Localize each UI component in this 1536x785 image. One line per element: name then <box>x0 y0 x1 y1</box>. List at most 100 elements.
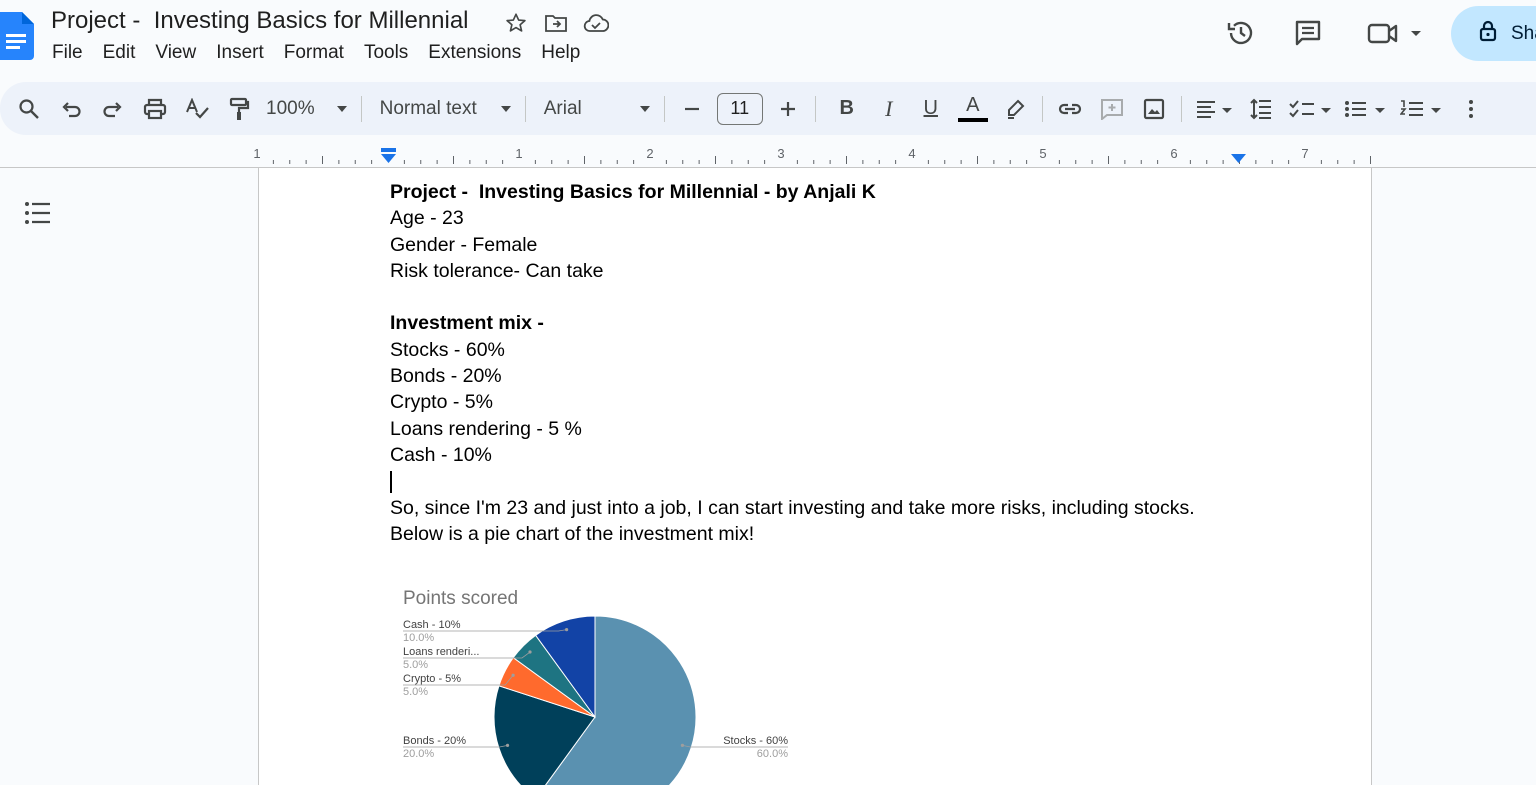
menu-view[interactable]: View <box>145 42 206 64</box>
document-outline-icon[interactable] <box>24 200 52 226</box>
menu-file[interactable]: File <box>42 42 93 64</box>
toolbar-divider <box>814 95 816 122</box>
menu-format[interactable]: Format <box>274 42 354 64</box>
undo-icon[interactable] <box>56 92 86 126</box>
star-icon[interactable] <box>503 10 529 36</box>
left-indent-marker <box>381 154 396 163</box>
menu-bar: File Edit View Insert Format Tools Exten… <box>42 42 590 64</box>
font-value: Arial <box>543 97 582 119</box>
text-color-swatch <box>957 117 988 122</box>
search-menus-icon[interactable] <box>14 92 44 126</box>
ruler-label: 5 <box>1039 146 1046 161</box>
doc-heading: Project - Investing Basics for Millennia… <box>390 181 876 203</box>
font-size-input[interactable]: 11 <box>716 92 763 125</box>
doc-line-loans: Loans rendering - 5 % <box>390 417 582 440</box>
paint-format-icon[interactable] <box>224 92 254 126</box>
menu-edit[interactable]: Edit <box>93 42 146 64</box>
insert-image-icon[interactable] <box>1139 92 1169 126</box>
first-line-indent-marker <box>381 148 396 152</box>
pie-category-label: Loans renderi... <box>403 646 479 658</box>
right-indent-marker <box>1231 154 1246 163</box>
text-cursor <box>390 471 392 494</box>
ruler-label: 4 <box>908 146 915 161</box>
doc-paragraph-1: So, since I'm 23 and just into a job, I … <box>390 496 1195 519</box>
doc-blank-line <box>390 284 1195 310</box>
toolbar-divider <box>524 95 526 122</box>
doc-mix-heading: Investment mix - <box>390 312 544 335</box>
add-comment-icon[interactable] <box>1097 92 1127 126</box>
chevron-down-icon <box>336 105 347 112</box>
paragraph-style-value: Normal text <box>379 97 477 119</box>
pie-percent-label: 5.0% <box>403 659 428 671</box>
toolbar-divider <box>360 95 362 122</box>
share-label: Sha <box>1511 22 1536 44</box>
horizontal-ruler[interactable]: 1 1 2 3 4 5 6 7 <box>0 138 1536 168</box>
chevron-down-icon <box>500 105 511 112</box>
chart-title: Points scored <box>403 588 518 609</box>
highlight-pen-icon[interactable] <box>1000 92 1030 126</box>
redo-icon[interactable] <box>98 92 128 126</box>
doc-line-crypto: Crypto - 5% <box>390 391 493 414</box>
italic-button[interactable]: I <box>874 92 904 126</box>
bulleted-list-icon[interactable] <box>1344 92 1388 126</box>
pie-percent-label: 20.0% <box>403 748 434 760</box>
text-color-label: A <box>966 93 980 116</box>
docs-window: Project - Investing Basics for Millennia… <box>0 0 1536 785</box>
checklist-icon[interactable] <box>1288 92 1332 126</box>
zoom-value: 100% <box>266 97 315 119</box>
pie-category-label: Bonds - 20% <box>403 735 466 747</box>
spellcheck-icon[interactable] <box>182 92 212 126</box>
toolbar-divider <box>1041 95 1043 122</box>
pie-category-label: Stocks - 60% <box>723 735 788 747</box>
menu-insert[interactable]: Insert <box>206 42 274 64</box>
document-body[interactable]: Project - Investing Basics for Millennia… <box>390 179 1195 547</box>
decrease-font-size-icon[interactable] <box>677 92 707 126</box>
pie-percent-label: 5.0% <box>403 686 428 698</box>
ruler-label: 1 <box>515 146 522 161</box>
document-title[interactable]: Project - Investing Basics for Millennia… <box>51 7 469 35</box>
comments-icon[interactable] <box>1288 13 1328 53</box>
meet-icon[interactable] <box>1362 13 1424 53</box>
pie-category-label: Crypto - 5% <box>403 673 461 685</box>
menu-help[interactable]: Help <box>531 42 590 64</box>
insert-link-icon[interactable] <box>1055 92 1085 126</box>
zoom-select[interactable]: 100% <box>266 92 347 126</box>
chevron-down-icon <box>639 105 650 112</box>
paragraph-style-select[interactable]: Normal text <box>380 92 511 126</box>
ruler-label: 6 <box>1170 146 1177 161</box>
numbered-list-icon[interactable] <box>1399 92 1444 126</box>
pie-percent-label: 10.0% <box>403 632 434 644</box>
increase-font-size-icon[interactable] <box>773 92 803 126</box>
menu-tools[interactable]: Tools <box>354 42 418 64</box>
doc-line-cash: Cash - 10% <box>390 443 492 466</box>
doc-line-gender: Gender - Female <box>390 233 538 256</box>
toolbar-divider <box>663 95 665 122</box>
move-folder-icon[interactable] <box>543 10 569 36</box>
cloud-saved-icon[interactable] <box>583 10 609 36</box>
menu-extensions[interactable]: Extensions <box>418 42 531 64</box>
doc-cursor-line <box>390 468 1195 494</box>
version-history-icon[interactable] <box>1221 13 1261 53</box>
doc-line-stocks: Stocks - 60% <box>390 338 505 361</box>
text-color-button[interactable]: A <box>957 92 988 126</box>
share-button[interactable]: Sha <box>1451 6 1536 61</box>
ruler-label: 1 <box>253 146 260 161</box>
print-icon[interactable] <box>140 92 170 126</box>
more-options-icon[interactable] <box>1456 92 1486 126</box>
lock-icon <box>1479 20 1497 48</box>
formatting-toolbar: 100% Normal text Arial 11 B I U A <box>0 82 1536 135</box>
doc-paragraph-2: Below is a pie chart of the investment m… <box>390 522 755 545</box>
doc-line-bonds: Bonds - 20% <box>390 365 502 388</box>
ruler-label: 3 <box>777 146 784 161</box>
underline-button[interactable]: U <box>916 92 946 126</box>
docs-logo-icon[interactable] <box>0 8 34 60</box>
pie-percent-label: 60.0% <box>757 748 788 760</box>
embedded-pie-chart[interactable]: Points scored Stocks - 60% 60.0% Bonds - 20… <box>390 578 810 785</box>
toolbar-divider <box>1180 95 1182 122</box>
align-left-icon[interactable] <box>1194 92 1234 126</box>
font-select[interactable]: Arial <box>544 92 650 126</box>
bold-button[interactable]: B <box>832 92 862 126</box>
doc-line-risk: Risk tolerance- Can take <box>390 259 604 282</box>
doc-line-age: Age - 23 <box>390 207 464 230</box>
line-spacing-icon[interactable] <box>1246 92 1276 126</box>
